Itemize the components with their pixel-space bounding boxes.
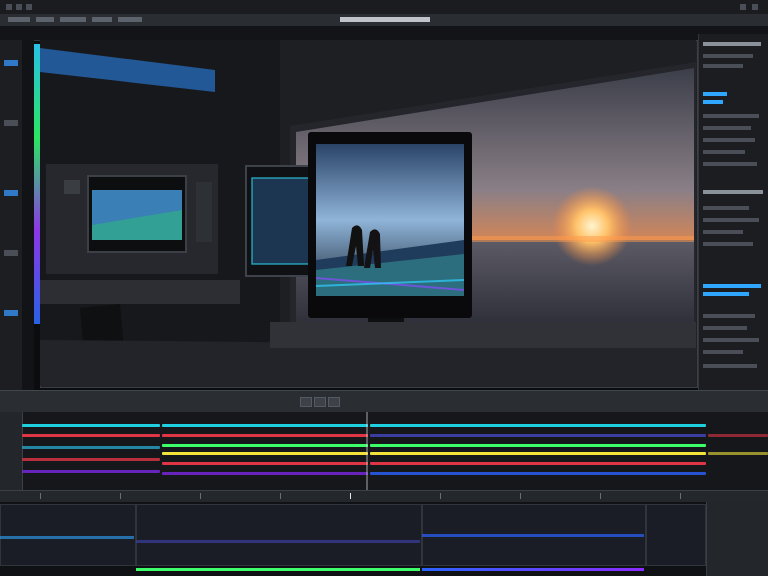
playhead-marker-icon[interactable] bbox=[366, 412, 368, 492]
window-title bbox=[340, 17, 430, 22]
viewer-frame bbox=[40, 40, 696, 386]
window-control-icon[interactable] bbox=[740, 4, 746, 10]
ruler-tick bbox=[200, 493, 201, 499]
inspector-row[interactable] bbox=[703, 242, 753, 246]
timeline-clip[interactable] bbox=[162, 462, 368, 465]
window-control-icon[interactable] bbox=[752, 4, 758, 10]
timeline-clip[interactable] bbox=[0, 536, 134, 539]
timeline-clip[interactable] bbox=[22, 434, 160, 437]
menu-icon[interactable] bbox=[26, 4, 32, 10]
inspector-row[interactable] bbox=[703, 364, 757, 368]
left-tool-panel bbox=[0, 40, 23, 390]
inspector-row[interactable] bbox=[703, 230, 743, 234]
inspector-row[interactable] bbox=[703, 218, 759, 222]
timeline-segment[interactable] bbox=[646, 504, 706, 566]
track-headers bbox=[0, 412, 23, 492]
ruler-tick bbox=[280, 493, 281, 499]
app-top-bar bbox=[0, 0, 768, 15]
tool-icon[interactable] bbox=[4, 250, 18, 256]
inspector-slider[interactable] bbox=[703, 92, 727, 96]
menu-item[interactable] bbox=[8, 17, 30, 22]
inspector-row[interactable] bbox=[703, 150, 745, 154]
menu-item[interactable] bbox=[60, 17, 86, 22]
timeline-clip[interactable] bbox=[422, 568, 644, 571]
inspector-row[interactable] bbox=[703, 206, 749, 210]
timeline-clip[interactable] bbox=[370, 424, 706, 427]
inspector-row[interactable] bbox=[703, 126, 751, 130]
timeline-clip[interactable] bbox=[370, 472, 706, 475]
timeline-clip[interactable] bbox=[22, 424, 160, 427]
timeline-clip[interactable] bbox=[422, 534, 644, 537]
timeline-segment[interactable] bbox=[0, 504, 136, 566]
stop-icon[interactable] bbox=[300, 397, 312, 407]
timeline-clip[interactable] bbox=[162, 472, 368, 475]
inspector-row[interactable] bbox=[703, 338, 759, 342]
timeline-clip[interactable] bbox=[162, 434, 368, 437]
inspector-header bbox=[703, 190, 763, 194]
inspector-row[interactable] bbox=[703, 42, 761, 46]
tool-icon[interactable] bbox=[4, 310, 18, 316]
timeline-clip[interactable] bbox=[370, 452, 706, 455]
ruler-tick bbox=[520, 493, 521, 499]
inspector-row[interactable] bbox=[703, 326, 747, 330]
timeline-clip[interactable] bbox=[708, 434, 768, 437]
tool-icon[interactable] bbox=[4, 120, 18, 126]
inspector-slider[interactable] bbox=[703, 284, 761, 288]
timeline-segment[interactable] bbox=[136, 504, 422, 566]
timeline-clip[interactable] bbox=[708, 452, 768, 455]
timeline-clip[interactable] bbox=[162, 444, 368, 447]
inspector-panel bbox=[698, 34, 768, 390]
inspector-row[interactable] bbox=[703, 54, 753, 58]
timeline-clip[interactable] bbox=[370, 462, 706, 465]
timeline-clip[interactable] bbox=[370, 444, 706, 447]
timeline-clip[interactable] bbox=[22, 470, 160, 473]
inspector-row[interactable] bbox=[703, 138, 755, 142]
tool-icon[interactable] bbox=[4, 190, 18, 196]
corner-panel bbox=[706, 502, 768, 576]
inspector-row[interactable] bbox=[703, 314, 755, 318]
timeline-clip[interactable] bbox=[162, 452, 368, 455]
ruler-tick bbox=[440, 493, 441, 499]
level-meter-panel bbox=[22, 40, 34, 390]
loop-icon[interactable] bbox=[328, 397, 340, 407]
menu-item[interactable] bbox=[92, 17, 112, 22]
play-icon[interactable] bbox=[314, 397, 326, 407]
ruler-tick bbox=[40, 493, 41, 499]
timeline-clip[interactable] bbox=[136, 568, 420, 571]
ruler-tick bbox=[680, 493, 681, 499]
ruler-tick bbox=[350, 493, 351, 499]
ruler-tick bbox=[120, 493, 121, 499]
inspector-row[interactable] bbox=[703, 114, 759, 118]
inspector-row[interactable] bbox=[703, 162, 757, 166]
menu-icon[interactable] bbox=[6, 4, 12, 10]
menu-icon[interactable] bbox=[16, 4, 22, 10]
timeline-clip[interactable] bbox=[136, 540, 420, 543]
timeline-clip[interactable] bbox=[162, 424, 368, 427]
timeline-clip[interactable] bbox=[22, 446, 160, 449]
inspector-slider[interactable] bbox=[703, 100, 723, 104]
menu-item[interactable] bbox=[118, 17, 142, 22]
ruler-tick bbox=[600, 493, 601, 499]
timeline-clip[interactable] bbox=[370, 434, 706, 437]
timeline-clip[interactable] bbox=[22, 458, 160, 461]
inspector-row[interactable] bbox=[703, 64, 743, 68]
inspector-row[interactable] bbox=[703, 350, 743, 354]
tool-icon[interactable] bbox=[4, 60, 18, 66]
menu-item[interactable] bbox=[36, 17, 54, 22]
transport-bar bbox=[0, 390, 768, 413]
inspector-slider[interactable] bbox=[703, 292, 749, 296]
viewer-title-bar bbox=[0, 26, 768, 41]
